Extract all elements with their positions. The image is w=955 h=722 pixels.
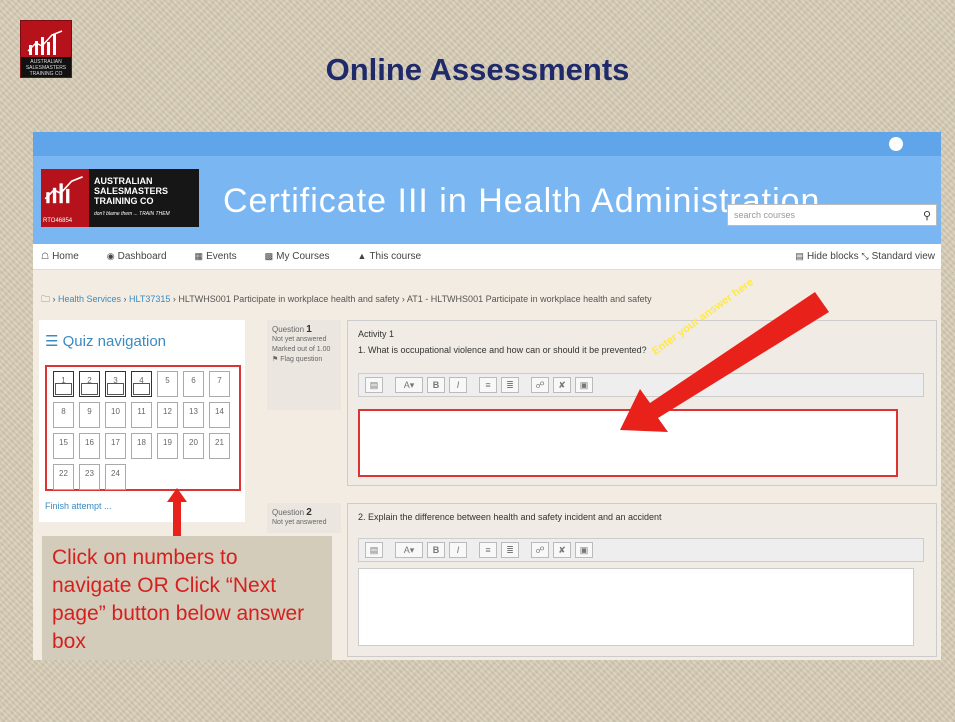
instruction-callout: Click on numbers to navigate OR Click “N… bbox=[42, 536, 332, 660]
